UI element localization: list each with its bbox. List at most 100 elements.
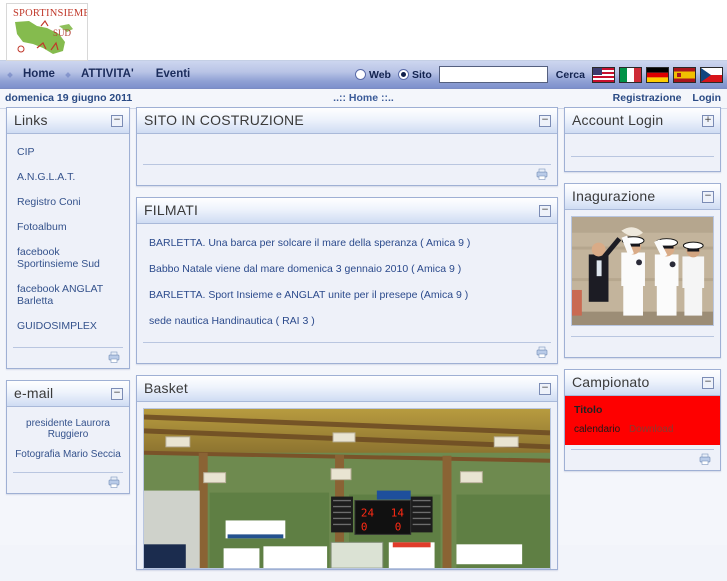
panel-campionato: Campionato − Titolo calendario Download bbox=[564, 369, 721, 472]
panel-campionato-title: Campionato bbox=[572, 374, 650, 391]
registrazione-link[interactable]: Registrazione bbox=[613, 92, 682, 104]
print-icon[interactable] bbox=[535, 346, 549, 358]
link-anglat[interactable]: A.N.G.L.A.T. bbox=[15, 167, 121, 192]
panel-account-footer bbox=[571, 156, 714, 171]
panel-inagurazione-title: Inagurazione bbox=[572, 188, 656, 204]
panel-links-title: Links bbox=[14, 112, 48, 128]
radio-web-group[interactable]: Web bbox=[354, 69, 391, 81]
panel-sito-costruzione: SITO IN COSTRUZIONE − bbox=[136, 107, 558, 186]
panel-basket-collapse-icon[interactable]: − bbox=[539, 383, 551, 395]
panel-sito-body bbox=[137, 134, 557, 160]
panel-links-header: Links − bbox=[7, 108, 129, 134]
content-area: Links − CIP A.N.G.L.A.T. Registro Coni F… bbox=[0, 107, 727, 571]
svg-text:0: 0 bbox=[361, 520, 368, 533]
panel-email-title: e-mail bbox=[14, 385, 54, 401]
flag-czech-icon[interactable] bbox=[700, 66, 723, 83]
link-facebook-sportinsieme[interactable]: facebook Sportinsieme Sud bbox=[15, 242, 121, 279]
link-fotoalbum[interactable]: Fotoalbum bbox=[15, 217, 121, 242]
panel-sito-collapse-icon[interactable]: − bbox=[539, 115, 551, 127]
panel-account-body bbox=[565, 134, 720, 152]
panel-links: Links − CIP A.N.G.L.A.T. Registro Coni F… bbox=[6, 107, 130, 369]
panel-basket-body: 24 14 0 0 bbox=[137, 402, 557, 570]
panel-inagurazione-footer bbox=[571, 336, 714, 357]
filmato-link-1[interactable]: BARLETTA. Una barca per solcare il mare … bbox=[145, 232, 549, 258]
search-input[interactable] bbox=[438, 66, 548, 83]
link-guidosimplex[interactable]: GUIDOSIMPLEX bbox=[15, 316, 121, 341]
header-bar: SPORTINSIEME SUD bbox=[0, 0, 727, 61]
flag-germany-icon[interactable] bbox=[646, 66, 669, 83]
basket-gym-photo: 24 14 0 0 bbox=[144, 409, 550, 569]
campionato-row: calendario Download bbox=[574, 424, 673, 435]
radio-sito-label: Sito bbox=[411, 68, 432, 81]
panel-account-expand-icon[interactable]: + bbox=[702, 115, 714, 127]
page-root: SPORTINSIEME SUD Home ATTIVITA' Eventi W… bbox=[0, 0, 727, 571]
filmato-link-3[interactable]: BARLETTA. Sport Insieme e ANGLAT unite p… bbox=[145, 284, 549, 310]
basket-photo-frame: 24 14 0 0 bbox=[143, 408, 551, 570]
print-icon[interactable] bbox=[535, 168, 549, 180]
nav-item-home[interactable]: Home bbox=[12, 61, 66, 88]
filmato-link-2[interactable]: Babbo Natale viene dal mare domenica 3 g… bbox=[145, 258, 549, 284]
svg-text:14: 14 bbox=[391, 506, 405, 519]
flag-usa-icon[interactable] bbox=[592, 66, 615, 83]
panel-email-footer bbox=[13, 472, 123, 493]
search-button-label[interactable]: Cerca bbox=[556, 69, 585, 81]
logo-graphic: SPORTINSIEME SUD bbox=[7, 4, 87, 60]
panel-links-collapse-icon[interactable]: − bbox=[111, 115, 123, 127]
main-navigation: Home ATTIVITA' Eventi Web Sito Cerca bbox=[0, 61, 727, 89]
email-fotografia[interactable]: Fotografia Mario Seccia bbox=[15, 446, 121, 466]
site-logo[interactable]: SPORTINSIEME SUD bbox=[6, 3, 88, 61]
panel-filmati-footer bbox=[143, 342, 551, 363]
panel-account-login: Account Login + bbox=[564, 107, 721, 172]
flag-italy-icon[interactable] bbox=[619, 66, 642, 83]
panel-inagurazione: Inagurazione − bbox=[564, 183, 721, 359]
filmato-link-4[interactable]: sede nautica Handinautica ( RAI 3 ) bbox=[145, 310, 549, 336]
login-link[interactable]: Login bbox=[692, 92, 721, 104]
link-facebook-anglat[interactable]: facebook ANGLAT Barletta bbox=[15, 279, 121, 316]
print-icon[interactable] bbox=[107, 351, 121, 363]
radio-web[interactable] bbox=[354, 69, 366, 80]
nav-item-attivita[interactable]: ATTIVITA' bbox=[70, 61, 145, 88]
panel-email-collapse-icon[interactable]: − bbox=[111, 388, 123, 400]
link-cip[interactable]: CIP bbox=[15, 142, 121, 167]
flag-spain-icon[interactable] bbox=[673, 66, 696, 83]
svg-text:SUD: SUD bbox=[53, 28, 72, 38]
panel-inagurazione-header: Inagurazione − bbox=[565, 184, 720, 210]
campionato-download-link[interactable]: Download bbox=[629, 424, 673, 435]
panel-email: e-mail − presidente Laurora Ruggiero Fot… bbox=[6, 380, 130, 494]
email-presidente[interactable]: presidente Laurora Ruggiero bbox=[15, 415, 121, 446]
panel-basket-header: Basket − bbox=[137, 376, 557, 402]
right-sidebar: Account Login + Inagurazione − Campionat… bbox=[564, 107, 721, 482]
inaugurazione-ceremony-photo bbox=[572, 217, 713, 326]
account-links: Registrazione Login bbox=[605, 92, 721, 104]
panel-inagurazione-collapse-icon[interactable]: − bbox=[702, 191, 714, 203]
panel-email-header: e-mail − bbox=[7, 381, 129, 407]
center-column: SITO IN COSTRUZIONE − FILMATI − BARLETTA… bbox=[136, 107, 558, 581]
panel-links-body: CIP A.N.G.L.A.T. Registro Coni Fotoalbum… bbox=[7, 134, 129, 343]
panel-filmati-header: FILMATI − bbox=[137, 198, 557, 224]
panel-sito-footer bbox=[143, 164, 551, 185]
panel-links-footer bbox=[13, 347, 123, 368]
svg-text:0: 0 bbox=[395, 520, 402, 533]
nav-search-area: Web Sito Cerca bbox=[354, 61, 723, 88]
panel-filmati-body: BARLETTA. Una barca per solcare il mare … bbox=[137, 224, 557, 338]
panel-filmati-title: FILMATI bbox=[144, 202, 199, 218]
radio-sito[interactable] bbox=[397, 69, 409, 80]
panel-filmati: FILMATI − BARLETTA. Una barca per solcar… bbox=[136, 197, 558, 364]
panel-campionato-header: Campionato − bbox=[565, 370, 720, 397]
panel-campionato-footer bbox=[571, 449, 714, 470]
panel-email-body: presidente Laurora Ruggiero Fotografia M… bbox=[7, 407, 129, 468]
nav-item-eventi[interactable]: Eventi bbox=[145, 61, 202, 88]
panel-campionato-collapse-icon[interactable]: − bbox=[702, 377, 714, 390]
left-sidebar: Links − CIP A.N.G.L.A.T. Registro Coni F… bbox=[6, 107, 130, 505]
panel-filmati-collapse-icon[interactable]: − bbox=[539, 205, 551, 217]
nav-items: Home ATTIVITA' Eventi bbox=[7, 61, 202, 88]
svg-text:SPORTINSIEME: SPORTINSIEME bbox=[13, 8, 87, 19]
inagurazione-photo-frame bbox=[571, 216, 714, 327]
print-icon[interactable] bbox=[107, 476, 121, 488]
panel-basket-title: Basket bbox=[144, 380, 188, 396]
campionato-titolo: Titolo bbox=[574, 404, 603, 417]
print-icon[interactable] bbox=[698, 453, 712, 466]
link-registro-coni[interactable]: Registro Coni bbox=[15, 192, 121, 217]
radio-sito-group[interactable]: Sito bbox=[397, 68, 432, 81]
panel-basket: Basket − 24 14 0 0 bbox=[136, 375, 558, 571]
